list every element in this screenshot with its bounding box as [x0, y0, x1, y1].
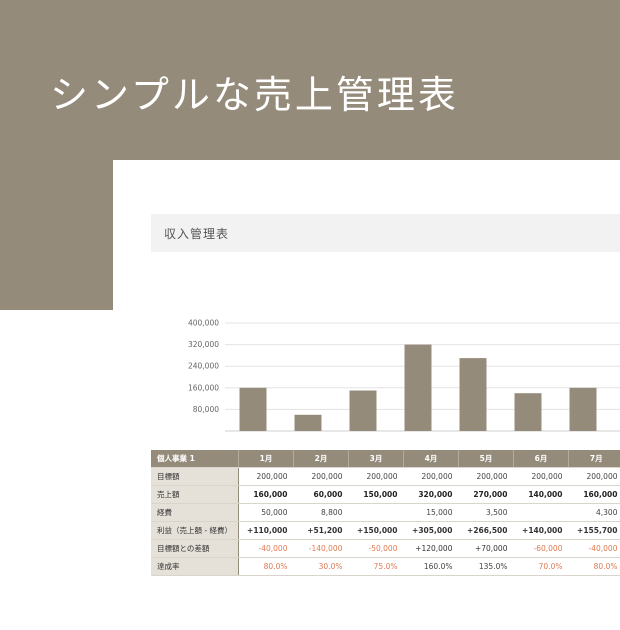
- y-tick-label: 400,000: [188, 319, 219, 328]
- table-cell[interactable]: 200,000: [293, 467, 349, 486]
- bar-3[interactable]: [349, 390, 377, 432]
- hero-title: シンプルな売上管理表: [50, 73, 459, 117]
- table-row: 目標額 200,000 200,000 200,000 200,000 200,000 20…: [151, 467, 620, 486]
- bar-7[interactable]: [569, 387, 597, 431]
- table-cell[interactable]: 135.0%: [458, 557, 514, 576]
- row-label: 経費: [151, 503, 239, 522]
- table-cell[interactable]: +266,500: [458, 521, 514, 540]
- table-cell[interactable]: 160,000: [238, 485, 294, 504]
- table-cell[interactable]: 4,300: [568, 503, 620, 522]
- table-cell[interactable]: 200,000: [238, 467, 294, 486]
- table-cell[interactable]: -40,000: [238, 539, 294, 558]
- y-tick-label: 240,000: [188, 362, 219, 371]
- table-row: 経費 50,000 8,800 15,000 3,500 4,300: [151, 503, 620, 522]
- table-cell[interactable]: 60,000: [293, 485, 349, 504]
- month-header: 1月: [237, 450, 294, 468]
- row-label: 達成率: [151, 557, 239, 576]
- table-cell[interactable]: +51,200: [293, 521, 349, 540]
- table-cell[interactable]: -40,000: [568, 539, 620, 558]
- y-tick-label: 80,000: [193, 405, 219, 414]
- table-cell[interactable]: 160.0%: [403, 557, 459, 576]
- table-cell[interactable]: -50,000: [348, 539, 404, 558]
- table-cell[interactable]: 70.0%: [513, 557, 569, 576]
- table-cell[interactable]: +150,000: [348, 521, 404, 540]
- table-row: 目標額との差額 -40,000 -140,000 -50,000 +120,000 +70…: [151, 539, 620, 558]
- y-tick-label: 160,000: [188, 383, 219, 392]
- table-cell[interactable]: [513, 503, 569, 522]
- bar-1[interactable]: [239, 387, 267, 431]
- table-cell[interactable]: [348, 503, 404, 522]
- table-cell[interactable]: +70,000: [458, 539, 514, 558]
- table-cell[interactable]: 200,000: [568, 467, 620, 486]
- y-tick-label: 320,000: [188, 340, 219, 349]
- table-cell[interactable]: +140,000: [513, 521, 569, 540]
- table-cell[interactable]: +155,700: [568, 521, 620, 540]
- table-cell[interactable]: 30.0%: [293, 557, 349, 576]
- bar-5[interactable]: [459, 358, 487, 431]
- table-cell[interactable]: 320,000: [403, 485, 459, 504]
- table-cell[interactable]: -60,000: [513, 539, 569, 558]
- row-label: 目標額: [151, 467, 239, 486]
- table-cell[interactable]: 200,000: [513, 467, 569, 486]
- table-cell[interactable]: +110,000: [238, 521, 294, 540]
- table-cell[interactable]: 270,000: [458, 485, 514, 504]
- table-cell[interactable]: 50,000: [238, 503, 294, 522]
- table-cell[interactable]: 200,000: [348, 467, 404, 486]
- row-label: 利益（売上額 - 経費）: [151, 521, 239, 540]
- spreadsheet-card: 収入管理表 80,000 160,000 240,000 320,000 400,000…: [113, 160, 620, 630]
- table-cell[interactable]: 150,000: [348, 485, 404, 504]
- table-cell[interactable]: +305,000: [403, 521, 459, 540]
- table-cell[interactable]: 8,800: [293, 503, 349, 522]
- table-row: 売上額 160,000 60,000 150,000 320,000 270,000 140…: [151, 485, 620, 504]
- table-cell[interactable]: +120,000: [403, 539, 459, 558]
- month-header: 5月: [457, 450, 514, 468]
- table-cell[interactable]: 80.0%: [238, 557, 294, 576]
- table-row: 利益（売上額 - 経費） +110,000 +51,200 +150,000 +305,…: [151, 521, 620, 540]
- table-cell[interactable]: 200,000: [458, 467, 514, 486]
- row-label: 目標額との差額: [151, 539, 239, 558]
- sales-table: 個人事業 1 1月 2月 3月 4月 5月 6月 7月 目標額 200,000 20…: [151, 450, 620, 576]
- table-cell[interactable]: 160,000: [568, 485, 620, 504]
- table-cell[interactable]: 75.0%: [348, 557, 404, 576]
- month-header: 7月: [567, 450, 620, 468]
- month-header: 6月: [512, 450, 569, 468]
- month-header: 2月: [292, 450, 349, 468]
- sales-bar-chart: 80,000 160,000 240,000 320,000 400,000: [188, 319, 620, 432]
- row-label: 売上額: [151, 485, 239, 504]
- month-header: 4月: [402, 450, 459, 468]
- table-cell[interactable]: 3,500: [458, 503, 514, 522]
- table-corner-label: 個人事業 1: [151, 450, 239, 468]
- bar-4[interactable]: [404, 344, 432, 431]
- table-row: 達成率 80.0% 30.0% 75.0% 160.0% 135.0% 70.0% 80.0%: [151, 557, 620, 576]
- table-cell[interactable]: 15,000: [403, 503, 459, 522]
- table-cell[interactable]: 200,000: [403, 467, 459, 486]
- table-cell[interactable]: 80.0%: [568, 557, 620, 576]
- card-title: 収入管理表: [164, 227, 230, 241]
- bar-6[interactable]: [514, 393, 542, 431]
- table-cell[interactable]: 140,000: [513, 485, 569, 504]
- card-header: 収入管理表: [151, 214, 620, 252]
- bar-2[interactable]: [294, 414, 322, 431]
- table-cell[interactable]: -140,000: [293, 539, 349, 558]
- month-header: 3月: [347, 450, 404, 468]
- table-header-row: 個人事業 1 1月 2月 3月 4月 5月 6月 7月: [151, 450, 620, 468]
